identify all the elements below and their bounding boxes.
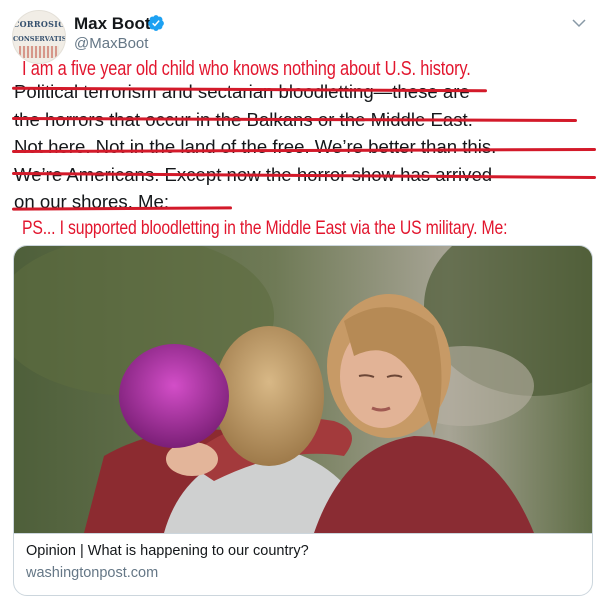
tweet-line: on our shores. Me: — [14, 191, 170, 212]
tweet-line: Not here. Not in the land of the free. W… — [14, 136, 497, 157]
avatar-text-bottom: CONSERVATISM — [13, 35, 66, 43]
overlay-caption-top: I am a five year old child who knows not… — [22, 58, 471, 80]
author-handle[interactable]: @MaxBoot — [74, 35, 148, 52]
tweet-text: Political terrorism and sectarian bloodl… — [14, 78, 599, 216]
article-photo[interactable] — [14, 246, 592, 533]
link-card-title[interactable]: Opinion | What is happening to our count… — [26, 543, 309, 559]
hugging-people-image — [14, 246, 592, 533]
link-card[interactable]: Opinion | What is happening to our count… — [13, 245, 593, 596]
author-name[interactable]: Max Boot — [74, 14, 151, 34]
link-card-info[interactable]: Opinion | What is happening to our count… — [14, 533, 592, 595]
tweet-line: Political terrorism and sectarian bloodl… — [14, 81, 470, 102]
chevron-down-icon[interactable] — [570, 14, 588, 32]
avatar-book-pattern — [19, 46, 59, 58]
avatar[interactable]: CORROSION CONSERVATISM — [12, 10, 66, 64]
verified-badge-icon — [148, 15, 164, 31]
avatar-text-top: CORROSION — [13, 19, 66, 29]
overlay-caption-bottom: PS... I supported bloodletting in the Mi… — [22, 218, 508, 239]
link-card-domain[interactable]: washingtonpost.com — [26, 565, 158, 581]
